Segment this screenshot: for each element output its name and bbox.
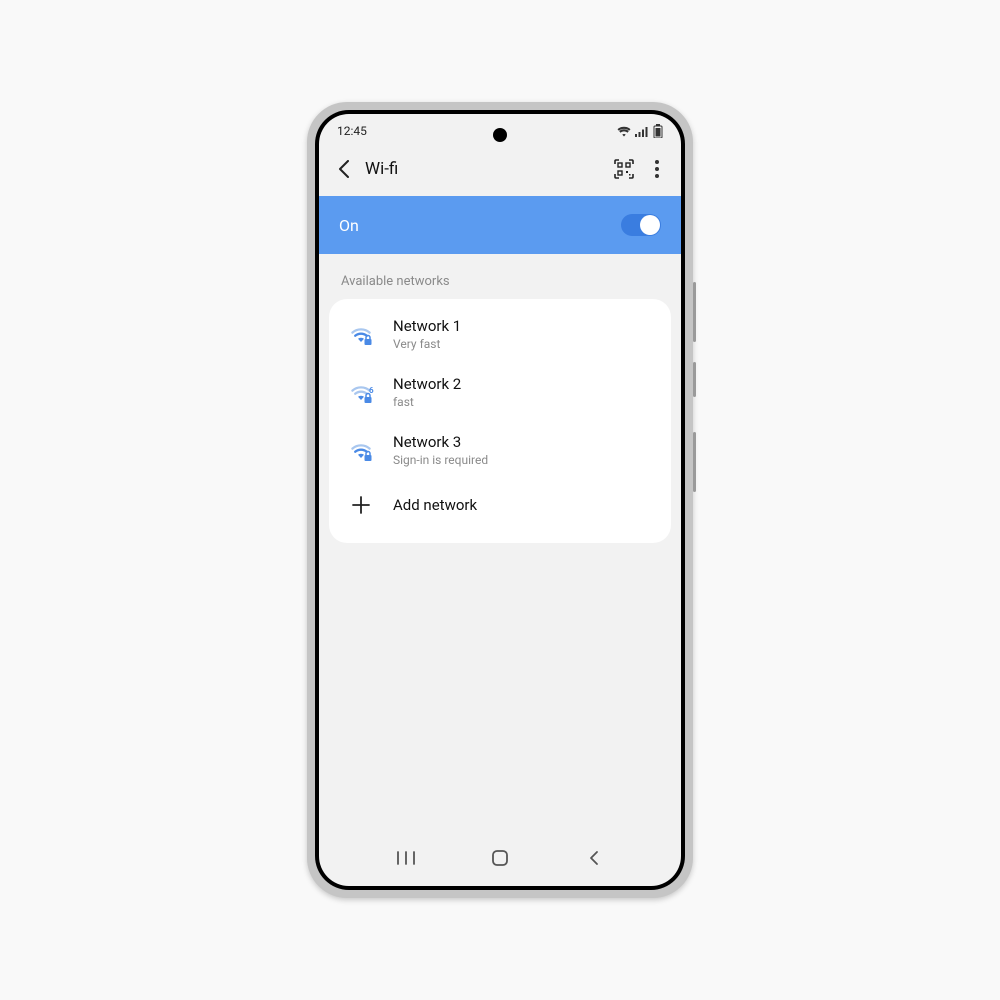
- phone-frame: 12:45 Wi-fi: [307, 102, 693, 898]
- dot-icon: [655, 174, 659, 178]
- back-button[interactable]: [333, 158, 355, 180]
- side-button: [693, 362, 696, 397]
- network-name: Network 3: [393, 433, 488, 451]
- side-button: [693, 282, 696, 342]
- signal-icon: [635, 126, 649, 137]
- wifi-secure-icon: [347, 436, 375, 464]
- network-status: Very fast: [393, 337, 461, 351]
- network-name: Network 2: [393, 375, 461, 393]
- switch-knob: [640, 215, 660, 235]
- network-status: Sign-in is required: [393, 453, 488, 467]
- nav-back-button[interactable]: [574, 843, 614, 873]
- wifi-master-toggle-row[interactable]: On: [319, 196, 681, 254]
- plus-icon: [347, 491, 375, 519]
- dot-icon: [655, 160, 659, 164]
- chevron-left-icon: [338, 160, 350, 178]
- navigation-bar: [319, 836, 681, 886]
- wifi-status-icon: [617, 126, 631, 137]
- page-title: Wi-fi: [365, 159, 601, 179]
- nav-recents-button[interactable]: [386, 843, 426, 873]
- network-row-2[interactable]: 6 Network 2 fast: [329, 363, 671, 421]
- network-name: Network 1: [393, 317, 461, 335]
- network-row-1[interactable]: Network 1 Very fast: [329, 305, 671, 363]
- side-button: [693, 432, 696, 492]
- home-icon: [491, 849, 509, 867]
- app-header: Wi-fi: [319, 146, 681, 196]
- status-icons: [617, 124, 663, 138]
- content-area: Available networks: [319, 254, 681, 886]
- add-network-label: Add network: [393, 496, 477, 514]
- qr-scan-button[interactable]: [611, 156, 637, 182]
- status-time: 12:45: [337, 124, 367, 138]
- wifi-secure-icon: [347, 320, 375, 348]
- wifi-toggle-switch[interactable]: [621, 214, 661, 236]
- front-camera: [493, 128, 507, 142]
- screen: 12:45 Wi-fi: [319, 114, 681, 886]
- more-options-button[interactable]: [647, 160, 667, 178]
- dot-icon: [655, 167, 659, 171]
- available-networks-label: Available networks: [319, 254, 681, 299]
- nav-home-button[interactable]: [480, 843, 520, 873]
- back-icon: [588, 850, 600, 866]
- battery-icon: [653, 124, 663, 138]
- network-row-3[interactable]: Network 3 Sign-in is required: [329, 421, 671, 479]
- add-network-row[interactable]: Add network: [329, 479, 671, 531]
- network-status: fast: [393, 395, 461, 409]
- wifi-secure-6-icon: 6: [347, 378, 375, 406]
- networks-card: Network 1 Very fast 6: [329, 299, 671, 543]
- wifi-toggle-label: On: [339, 216, 359, 235]
- qr-scan-icon: [614, 159, 634, 179]
- recents-icon: [397, 850, 415, 866]
